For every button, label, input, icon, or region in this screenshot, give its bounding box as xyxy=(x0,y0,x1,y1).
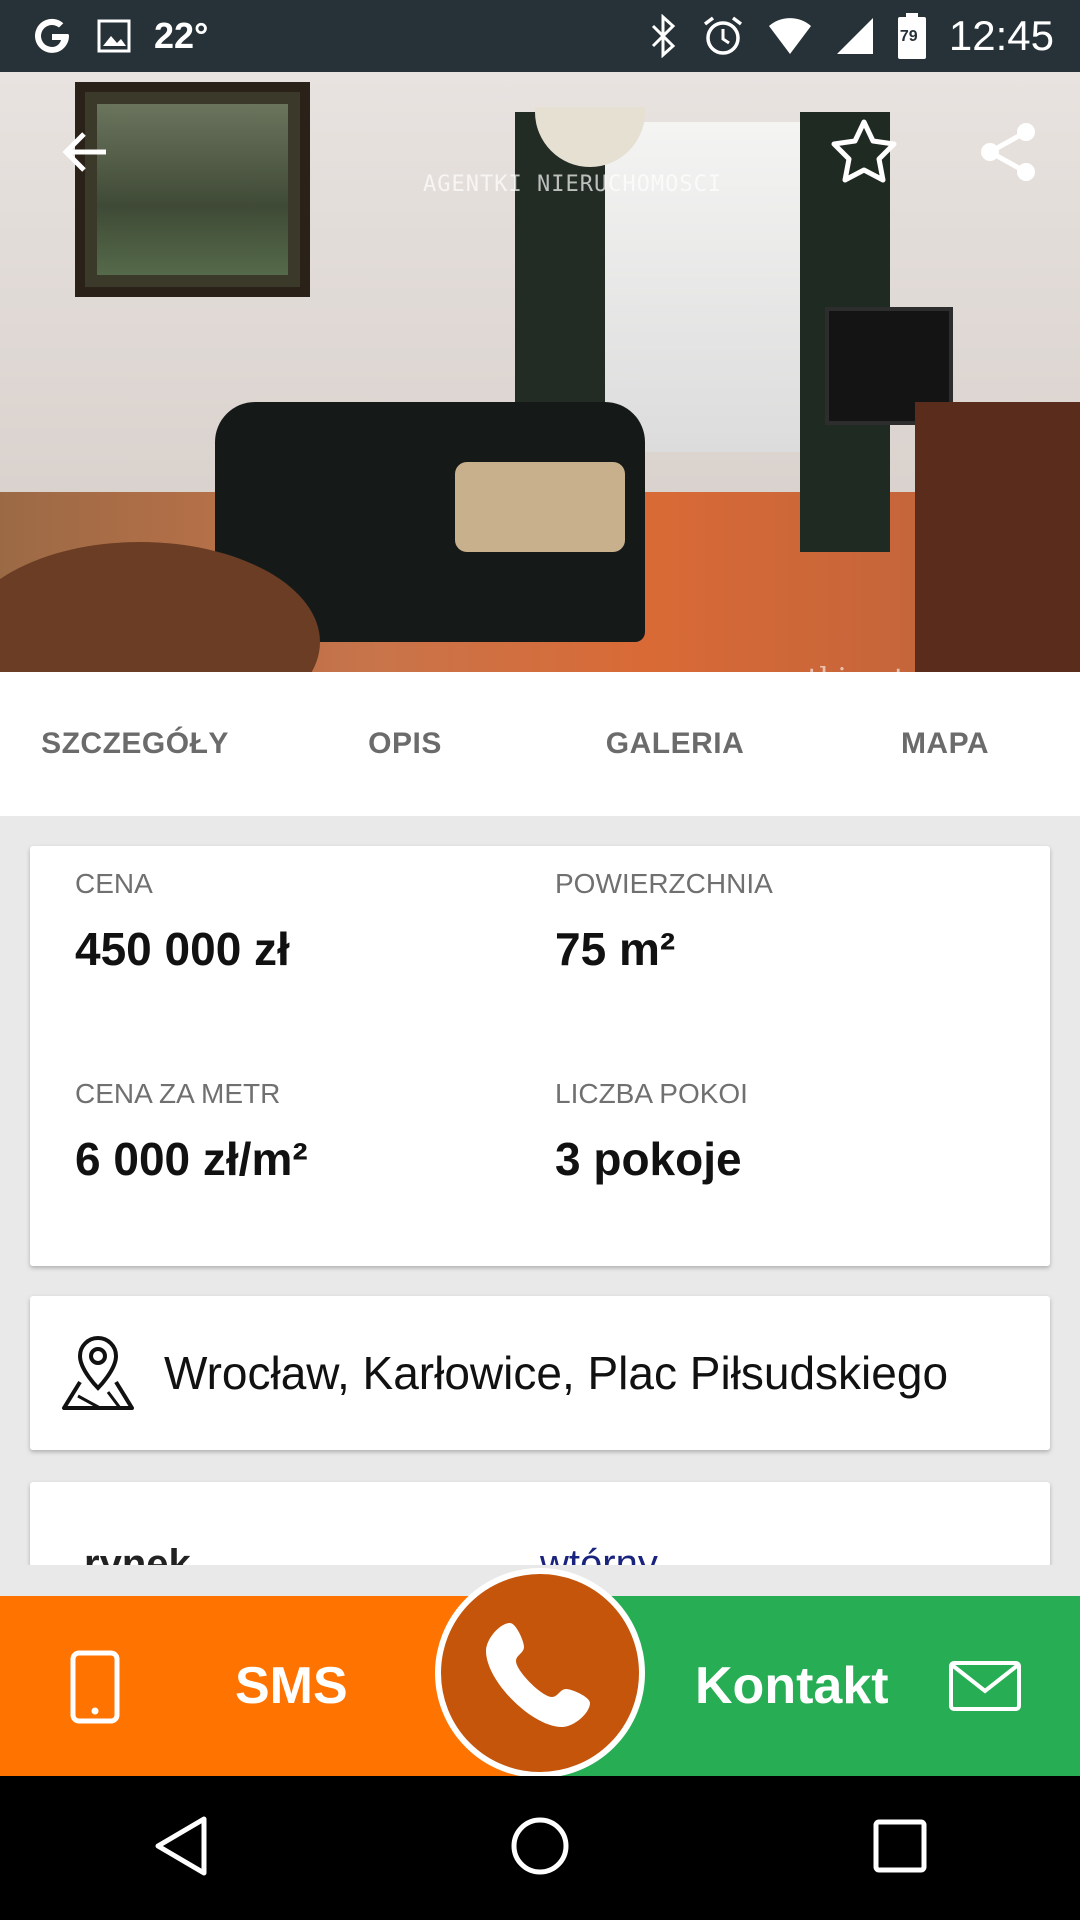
detail-label-market: rynek xyxy=(84,1542,191,1565)
nav-home-circle-icon xyxy=(509,1815,571,1882)
status-bar: 22° 79 12:45 xyxy=(0,0,1080,72)
system-nav-bar xyxy=(0,1776,1080,1920)
star-outline-icon xyxy=(828,116,900,193)
area-value: 75 m² xyxy=(555,923,676,975)
contact-label: Kontakt xyxy=(695,1657,889,1715)
battery-level: 79 xyxy=(899,28,918,45)
back-button[interactable] xyxy=(42,112,126,196)
section-tabs: SZCZEGÓŁY OPIS GALERIA MAPA xyxy=(0,672,1080,816)
price-per-meter-label: CENA ZA METR xyxy=(75,1078,281,1109)
details-card: rynek wtórny xyxy=(30,1482,1050,1565)
detail-value-market: wtórny xyxy=(540,1542,658,1565)
area-label: POWIERZCHNIA xyxy=(555,868,773,899)
tab-map[interactable]: MAPA xyxy=(810,672,1080,816)
arrow-left-icon xyxy=(56,124,112,185)
sms-label: SMS xyxy=(235,1657,348,1715)
nav-back-button[interactable] xyxy=(120,1788,240,1908)
photo-watermark-url: www.agentki.net xyxy=(650,662,906,672)
price-label: CENA xyxy=(75,868,153,899)
nav-recents-square-icon xyxy=(872,1818,928,1879)
price-per-meter-value: 6 000 zł/m² xyxy=(75,1133,308,1185)
favorite-button[interactable] xyxy=(822,112,906,196)
temperature-text: 22° xyxy=(154,15,209,56)
phone-call-icon xyxy=(480,1613,600,1733)
tab-description[interactable]: OPIS xyxy=(270,672,540,816)
nav-recents-button[interactable] xyxy=(840,1788,960,1908)
battery-icon: 79 xyxy=(897,12,927,60)
call-button[interactable] xyxy=(435,1568,645,1778)
tab-gallery[interactable]: GALERIA xyxy=(540,672,810,816)
rooms-value: 3 pokoje xyxy=(555,1133,742,1185)
alarm-icon xyxy=(701,14,745,58)
image-icon xyxy=(96,18,132,54)
rooms-stat: LICZBA POKOI 3 pokoje xyxy=(555,1078,748,1186)
key-stats-card: CENA 450 000 zł POWIERZCHNIA 75 m² CENA … xyxy=(30,846,1050,1266)
bluetooth-icon xyxy=(649,14,679,58)
listing-photo[interactable]: AGENTKI NIERUCHOMOSCI www.agentki.net xyxy=(0,72,1080,672)
area-stat: POWIERZCHNIA 75 m² xyxy=(555,868,773,976)
price-value: 450 000 zł xyxy=(75,923,290,975)
rooms-label: LICZBA POKOI xyxy=(555,1078,748,1109)
location-address: Wrocław, Karłowice, Plac Piłsudskiego xyxy=(164,1347,949,1399)
phone-device-icon xyxy=(70,1650,120,1729)
mail-icon xyxy=(948,1660,1022,1717)
nav-home-button[interactable] xyxy=(480,1788,600,1908)
wifi-icon xyxy=(767,16,813,56)
tab-details[interactable]: SZCZEGÓŁY xyxy=(0,672,270,816)
share-button[interactable] xyxy=(966,112,1050,196)
price-stat: CENA 450 000 zł xyxy=(75,868,290,976)
location-card[interactable]: Wrocław, Karłowice, Plac Piłsudskiego xyxy=(30,1296,1050,1450)
price-per-meter-stat: CENA ZA METR 6 000 zł/m² xyxy=(75,1078,308,1186)
photo-watermark: AGENTKI NIERUCHOMOSCI xyxy=(423,172,723,197)
signal-icon xyxy=(835,16,875,56)
nav-back-triangle-icon xyxy=(150,1814,210,1883)
google-icon xyxy=(30,14,74,58)
share-icon xyxy=(978,120,1038,189)
map-pin-icon xyxy=(58,1334,138,1412)
clock-time: 12:45 xyxy=(948,12,1054,59)
